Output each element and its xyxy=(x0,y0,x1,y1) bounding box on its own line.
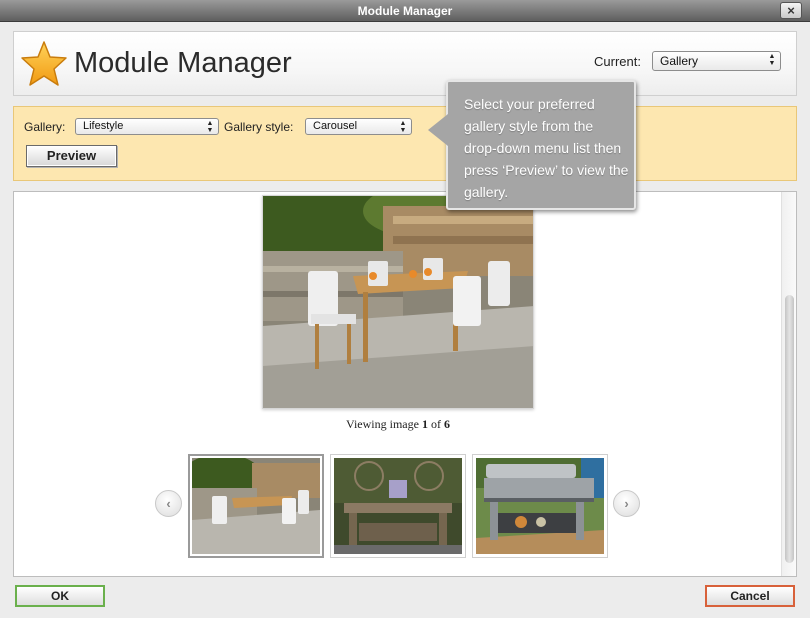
total-image-count: 6 xyxy=(443,417,450,431)
help-tooltip: Select your preferred gallery style from… xyxy=(428,80,636,210)
module-header: Module Manager Current: Gallery ▲ ▼ xyxy=(13,31,797,96)
main-gallery-image[interactable] xyxy=(262,195,534,409)
gallery-style-select[interactable]: Carousel ▲ ▼ xyxy=(305,118,412,135)
window-titlebar: Module Manager × xyxy=(0,0,810,22)
star-icon xyxy=(21,41,67,86)
scrollbar-thumb[interactable] xyxy=(785,295,794,563)
chevron-right-icon: › xyxy=(624,496,629,511)
outdoor-dining-photo xyxy=(263,196,533,408)
preview-button[interactable]: Preview xyxy=(26,145,117,167)
thumbnail-rustic-table-image xyxy=(334,458,462,554)
caption-prefix: Viewing image xyxy=(346,417,419,431)
gallery-options-panel: Gallery: Lifestyle ▲ ▼ Gallery style: Car… xyxy=(13,106,797,181)
ok-button[interactable]: OK xyxy=(15,585,105,607)
vertical-scrollbar[interactable] xyxy=(781,192,796,576)
tooltip-text: Select your preferred gallery style from… xyxy=(464,96,629,200)
gallery-style-value: Carousel xyxy=(313,120,358,132)
gallery-preview-area: Viewing image 1 of 6 ‹ › xyxy=(13,191,797,577)
chevron-left-icon: ‹ xyxy=(166,496,171,511)
current-image-number: 1 xyxy=(421,417,428,431)
image-counter: Viewing image 1 of 6 xyxy=(14,417,782,432)
gallery-label: Gallery: xyxy=(24,120,66,134)
thumbnail-1[interactable] xyxy=(188,454,324,558)
thumbnail-2[interactable] xyxy=(330,454,466,558)
select-arrows-icon: ▲ ▼ xyxy=(206,120,214,134)
cancel-button[interactable]: Cancel xyxy=(705,585,795,607)
tooltip-pointer xyxy=(428,114,448,146)
current-module-select[interactable]: Gallery ▲ ▼ xyxy=(652,51,781,71)
next-image-button[interactable]: › xyxy=(613,490,640,517)
gallery-select[interactable]: Lifestyle ▲ ▼ xyxy=(75,118,219,135)
current-module-value: Gallery xyxy=(660,54,699,68)
prev-image-button[interactable]: ‹ xyxy=(155,490,182,517)
page-title: Module Manager xyxy=(74,47,292,79)
caption-of: of xyxy=(430,417,441,431)
current-label: Current: xyxy=(594,54,641,69)
thumbnail-dining-set-image xyxy=(192,458,320,554)
close-button[interactable]: × xyxy=(780,2,802,19)
select-arrows-icon: ▲ ▼ xyxy=(399,120,407,134)
select-arrows-icon: ▲ ▼ xyxy=(768,53,776,67)
thumbnail-grill-image xyxy=(476,458,604,554)
thumbnail-3[interactable] xyxy=(472,454,608,558)
gallery-style-label: Gallery style: xyxy=(224,120,294,134)
window-title: Module Manager xyxy=(357,4,453,18)
gallery-select-value: Lifestyle xyxy=(83,120,124,132)
